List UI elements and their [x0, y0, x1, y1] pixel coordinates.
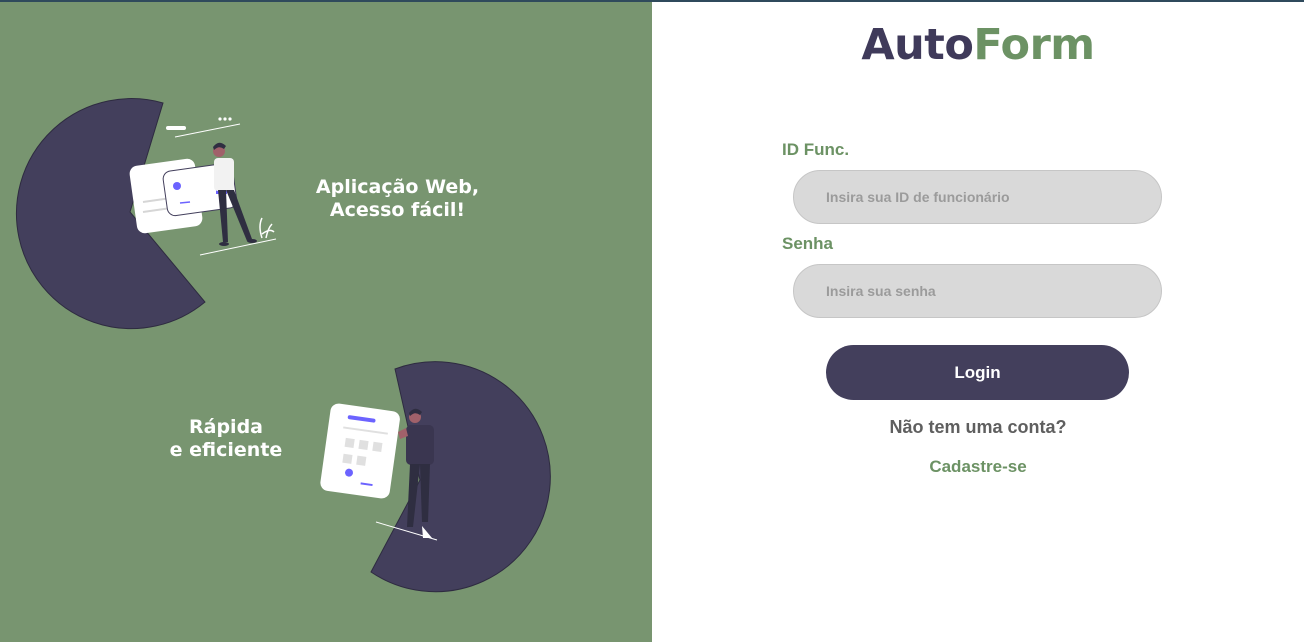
login-panel: AutoForm ID Func. Senha Login Não tem um… — [652, 2, 1304, 642]
brand-logo: AutoForm — [652, 20, 1304, 70]
employee-id-label: ID Func. — [782, 140, 850, 159]
illustration-art — [15, 98, 551, 593]
employee-id-input[interactable] — [793, 170, 1162, 224]
brand-logo-part-auto: Auto — [861, 20, 974, 70]
brand-logo-part-form: Form — [973, 20, 1095, 70]
caption-web-access: Aplicação Web, Acesso fácil! — [315, 176, 480, 221]
caption-fast-efficient: Rápida e eficiente — [169, 416, 283, 461]
login-button[interactable]: Login — [826, 345, 1129, 400]
bottom-pie-shape — [370, 361, 551, 593]
password-input[interactable] — [793, 264, 1162, 318]
no-account-text: Não tem uma conta? — [889, 417, 1067, 437]
document-illustration — [320, 403, 400, 499]
password-label: Senha — [782, 234, 834, 253]
signup-link[interactable]: Cadastre-se — [652, 457, 1304, 477]
decor-dash — [166, 126, 186, 130]
illustration-panel: Aplicação Web, Acesso fácil! Rápida e ef… — [0, 2, 652, 642]
person-figure-1 — [213, 142, 257, 246]
